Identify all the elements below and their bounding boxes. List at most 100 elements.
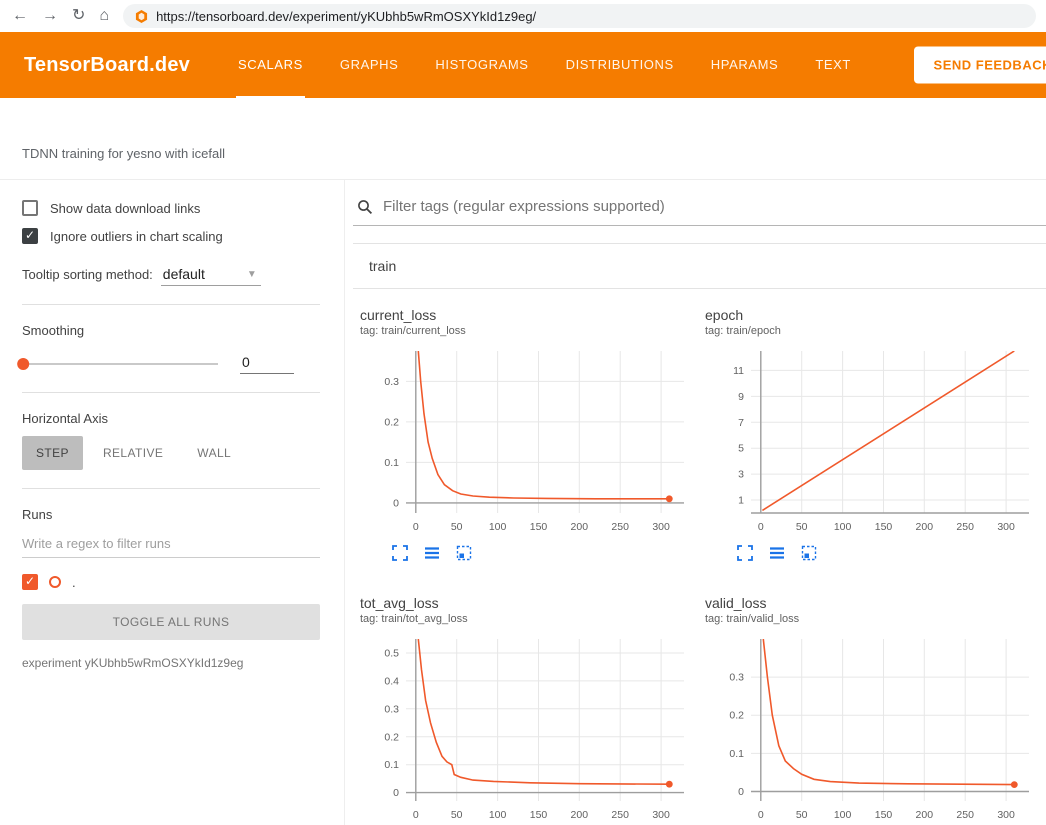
chart-title: valid_loss — [705, 595, 1035, 611]
svg-text:0.2: 0.2 — [729, 710, 744, 722]
experiment-id: experiment yKUbhb5wRmOSXYkId1z9eg — [22, 656, 320, 670]
reload-icon[interactable]: ↻ — [72, 8, 85, 24]
run-row[interactable]: . — [22, 574, 320, 590]
chart-toolbar — [705, 545, 1035, 561]
svg-text:1: 1 — [738, 495, 744, 507]
search-icon — [357, 199, 373, 215]
svg-text:0.4: 0.4 — [384, 675, 399, 687]
chevron-down-icon: ▼ — [247, 269, 257, 280]
tab-graphs[interactable]: GRAPHS — [338, 32, 401, 98]
tab-scalars[interactable]: SCALARS — [236, 32, 305, 98]
fit-domain-icon[interactable] — [456, 545, 472, 561]
tab-text[interactable]: TEXT — [813, 32, 853, 98]
line-chart-valid-loss[interactable]: 05010015020025030000.10.20.3 — [705, 633, 1035, 825]
svg-text:0: 0 — [758, 809, 764, 821]
tab-hparams[interactable]: HPARAMS — [709, 32, 781, 98]
tab-histograms[interactable]: HISTOGRAMS — [433, 32, 530, 98]
send-feedback-button[interactable]: SEND FEEDBACK — [914, 47, 1046, 84]
chart-tag: tag: train/tot_avg_loss — [360, 613, 690, 625]
chart-tag: tag: train/epoch — [705, 325, 1035, 337]
charts-grid: current_loss tag: train/current_loss 050… — [353, 289, 1046, 825]
smoothing-slider[interactable] — [22, 363, 218, 365]
ignore-outliers-label: Ignore outliers in chart scaling — [50, 229, 223, 244]
svg-text:100: 100 — [489, 521, 507, 533]
svg-text:300: 300 — [997, 521, 1015, 533]
relative-button[interactable]: RELATIVE — [89, 436, 177, 470]
svg-text:150: 150 — [530, 809, 548, 821]
smoothing-value[interactable]: 0 — [240, 354, 294, 374]
divider — [22, 392, 320, 393]
svg-text:5: 5 — [738, 443, 744, 455]
svg-text:100: 100 — [489, 809, 507, 821]
svg-text:0.1: 0.1 — [729, 748, 744, 760]
svg-text:0.2: 0.2 — [384, 731, 399, 743]
svg-text:100: 100 — [834, 521, 852, 533]
svg-text:7: 7 — [738, 417, 744, 429]
toggle-all-runs-button[interactable]: TOGGLE ALL RUNS — [22, 604, 320, 640]
chart-card-valid-loss: valid_loss tag: train/valid_loss 0501001… — [705, 595, 1035, 825]
svg-text:3: 3 — [738, 469, 744, 481]
checkbox-unchecked-icon[interactable] — [22, 200, 38, 216]
home-icon[interactable]: ⌂ — [99, 8, 109, 24]
svg-text:0.3: 0.3 — [384, 703, 399, 715]
svg-text:200: 200 — [571, 809, 589, 821]
chart-card-tot-avg-loss: tot_avg_loss tag: train/tot_avg_loss 050… — [360, 595, 690, 825]
run-name: . — [72, 575, 76, 590]
chart-title: epoch — [705, 307, 1035, 323]
tab-distributions[interactable]: DISTRIBUTIONS — [564, 32, 676, 98]
experiment-title: TDNN training for yesno with icefall — [22, 146, 225, 161]
chart-toolbar — [360, 545, 690, 561]
svg-text:0: 0 — [393, 787, 399, 799]
svg-text:0: 0 — [413, 521, 419, 533]
train-section-header[interactable]: train — [353, 244, 1046, 289]
chart-title: tot_avg_loss — [360, 595, 690, 611]
line-list-icon[interactable] — [424, 545, 440, 561]
svg-text:9: 9 — [738, 391, 744, 403]
chart-tag: tag: train/valid_loss — [705, 613, 1035, 625]
checkbox-checked-icon[interactable] — [22, 228, 38, 244]
line-list-icon[interactable] — [769, 545, 785, 561]
chart-title: current_loss — [360, 307, 690, 323]
runs-filter-input[interactable] — [22, 534, 320, 558]
fullscreen-icon[interactable] — [392, 545, 408, 561]
svg-text:50: 50 — [796, 809, 808, 821]
step-button[interactable]: STEP — [22, 436, 83, 470]
ignore-outliers-checkbox[interactable]: Ignore outliers in chart scaling — [22, 228, 320, 244]
svg-text:200: 200 — [571, 521, 589, 533]
tag-filter-input[interactable] — [383, 198, 1046, 215]
line-chart-tot-avg-loss[interactable]: 05010015020025030000.10.20.30.40.5 — [360, 633, 690, 825]
fullscreen-icon[interactable] — [737, 545, 753, 561]
main-panel: train current_loss tag: train/current_lo… — [345, 180, 1046, 825]
svg-text:250: 250 — [956, 521, 974, 533]
runs-label: Runs — [22, 507, 320, 522]
tooltip-sorting-select[interactable]: default ▼ — [161, 266, 261, 286]
fit-domain-icon[interactable] — [801, 545, 817, 561]
run-color-swatch-icon[interactable] — [49, 576, 61, 588]
address-bar[interactable]: https://tensorboard.dev/experiment/yKUbh… — [123, 4, 1036, 28]
wall-button[interactable]: WALL — [183, 436, 245, 470]
slider-thumb[interactable] — [17, 358, 29, 370]
forward-icon[interactable]: → — [42, 8, 58, 24]
svg-text:300: 300 — [652, 521, 670, 533]
svg-text:50: 50 — [796, 521, 808, 533]
chart-card-current-loss: current_loss tag: train/current_loss 050… — [360, 307, 690, 561]
chart-card-epoch: epoch tag: train/epoch 05010015020025030… — [705, 307, 1035, 561]
divider — [22, 304, 320, 305]
svg-text:0.3: 0.3 — [384, 376, 399, 388]
line-chart-current-loss[interactable]: 05010015020025030000.10.20.3 — [360, 345, 690, 541]
run-checkbox-icon[interactable] — [22, 574, 38, 590]
show-download-links-checkbox[interactable]: Show data download links — [22, 200, 320, 216]
content: Show data download links Ignore outliers… — [0, 180, 1046, 825]
smoothing-label: Smoothing — [22, 323, 320, 338]
svg-text:250: 250 — [611, 521, 629, 533]
svg-text:150: 150 — [875, 521, 893, 533]
svg-text:150: 150 — [875, 809, 893, 821]
show-download-links-label: Show data download links — [50, 201, 200, 216]
svg-text:250: 250 — [956, 809, 974, 821]
chart-tag: tag: train/current_loss — [360, 325, 690, 337]
svg-text:150: 150 — [530, 521, 548, 533]
back-icon[interactable]: ← — [12, 8, 28, 24]
tooltip-sorting-label: Tooltip sorting method: — [22, 267, 153, 282]
line-chart-epoch[interactable]: 0501001502002503001357911 — [705, 345, 1035, 541]
svg-text:0.3: 0.3 — [729, 672, 744, 684]
